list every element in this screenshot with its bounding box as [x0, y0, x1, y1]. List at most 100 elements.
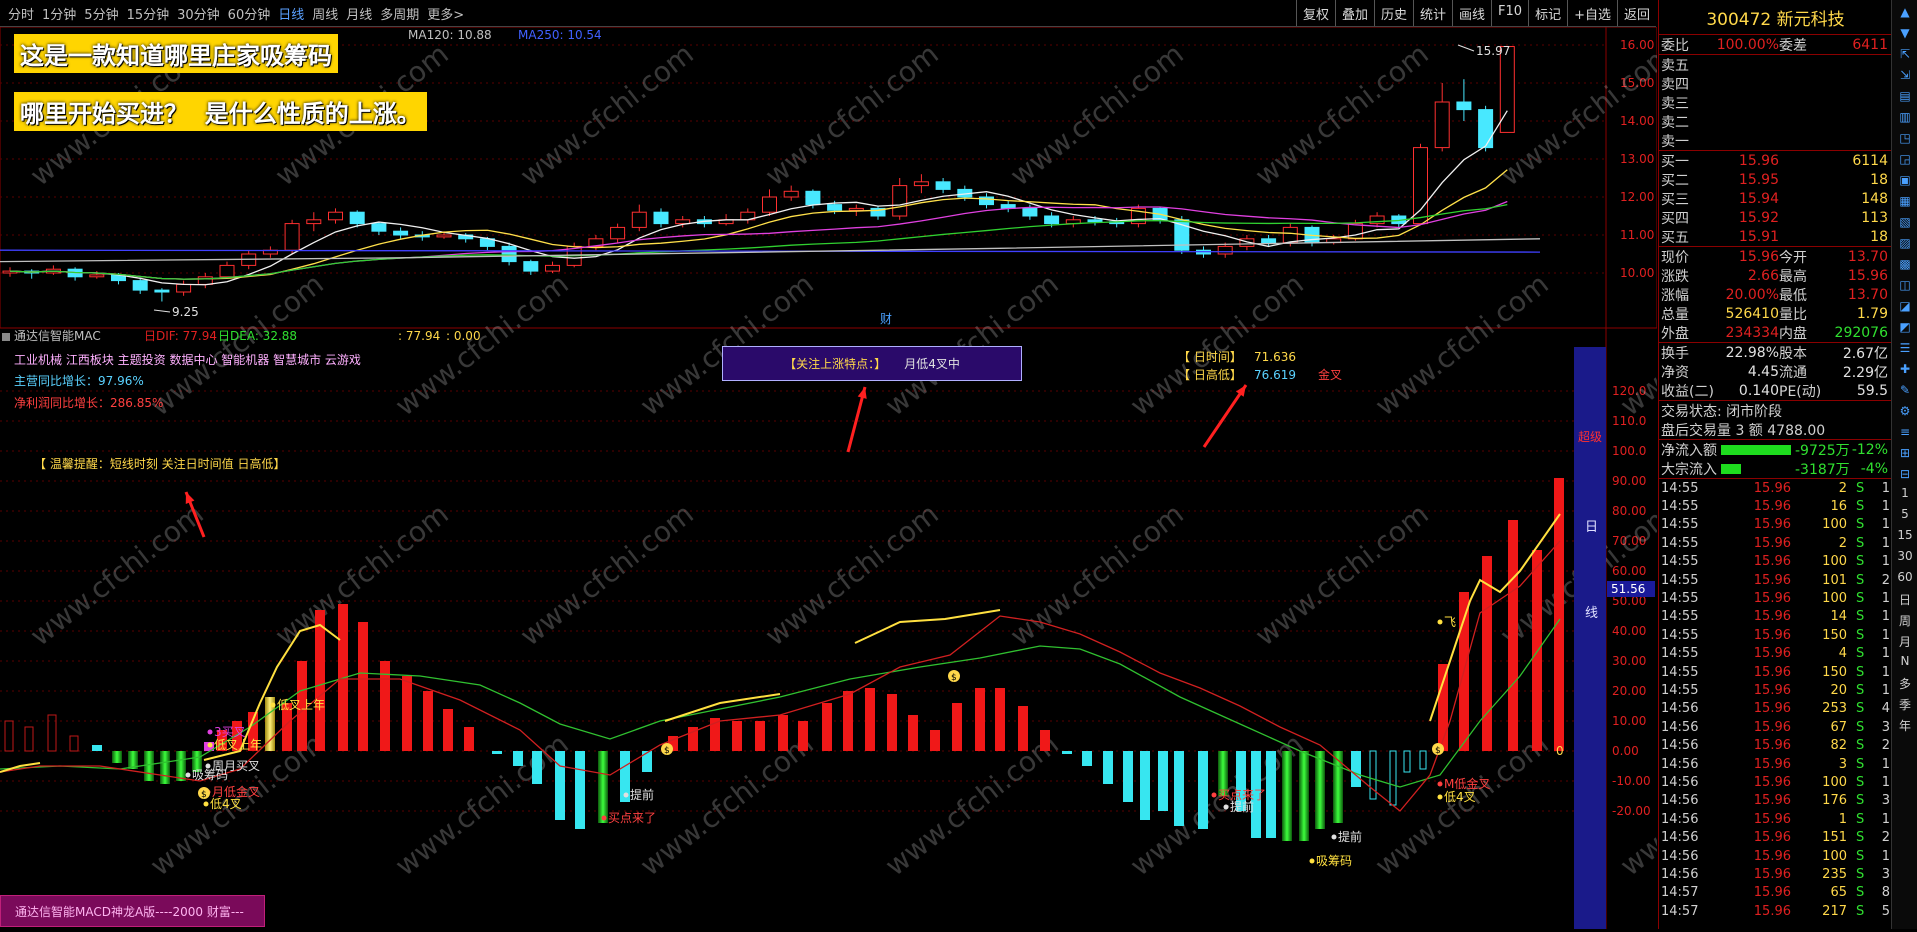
- macd-bar: [843, 691, 853, 751]
- stats-block-2: 换手 22.98% 股本 2.67亿 净资 4.45 流通 2.29亿 收益(二) 0.140 PE…: [1659, 343, 1892, 401]
- period-shortcut[interactable]: 60: [1895, 570, 1915, 588]
- toolbar-icon[interactable]: ▥: [1895, 108, 1915, 126]
- watermark-text: www.cfchi.com: [1124, 267, 1310, 422]
- period-shortcut[interactable]: 月: [1895, 633, 1915, 651]
- tick-qty: 2: [1838, 480, 1847, 496]
- toolbar-icon[interactable]: ▦: [1895, 192, 1915, 210]
- tick-price: 15.96: [1753, 701, 1791, 717]
- tick-row: 14:55 15.96 14 S 1: [1659, 608, 1892, 626]
- tick-qty: 150: [1822, 664, 1847, 680]
- toolbar-icon[interactable]: ⇲: [1895, 66, 1915, 84]
- tick-time: 14:56: [1661, 774, 1699, 790]
- toolbar-icon[interactable]: ▧: [1895, 213, 1915, 231]
- candle-body: [545, 264, 560, 272]
- indicator-tick-label: 90.00: [1612, 474, 1646, 488]
- period-tab[interactable]: 60分钟: [228, 4, 271, 23]
- toolbar-icon[interactable]: ▩: [1895, 255, 1915, 273]
- high-price-label: 15.97: [1476, 44, 1510, 58]
- toolbar-icon[interactable]: ✎: [1895, 381, 1915, 399]
- riline-char: 线: [1585, 606, 1598, 621]
- period-tab[interactable]: 月线: [346, 4, 372, 23]
- stat-label-2: 流通: [1779, 364, 1807, 381]
- period-shortcut[interactable]: 5: [1895, 507, 1915, 525]
- stats-block: 现价 15.96 今开 13.70 涨跌 2.66 最高 15.96 涨幅 20.00% 最低 13.…: [1659, 247, 1892, 343]
- toolbar-icon[interactable]: ▼: [1895, 24, 1915, 42]
- toolbar-icon[interactable]: ▨: [1895, 234, 1915, 252]
- sell-label: 卖一: [1661, 133, 1689, 150]
- period-shortcut[interactable]: 多: [1895, 675, 1915, 693]
- toolbar-button[interactable]: +自选: [1567, 0, 1617, 26]
- chart-svg: 16.0015.0014.0013.0012.0011.0010.00 120.…: [0, 26, 1917, 929]
- signal-tiqian-3: 提前: [1338, 829, 1362, 844]
- stock-title[interactable]: 300472 新元科技: [1659, 0, 1892, 35]
- period-tab[interactable]: 更多>: [427, 4, 464, 23]
- period-shortcut[interactable]: 1: [1895, 486, 1915, 504]
- candle-body: [436, 234, 452, 238]
- toolbar-icon[interactable]: ▤: [1895, 87, 1915, 105]
- toolbar-button[interactable]: 画线: [1452, 0, 1491, 26]
- toolbar-icon[interactable]: ≡: [1895, 423, 1915, 441]
- tick-price: 15.96: [1753, 811, 1791, 827]
- toolbar-icon[interactable]: ⚙: [1895, 402, 1915, 420]
- sell-label: 卖三: [1661, 95, 1689, 112]
- toolbar-icon[interactable]: ◫: [1895, 276, 1915, 294]
- macd-bar: [822, 703, 832, 751]
- macd-bar: [4, 720, 14, 752]
- toolbar-icon[interactable]: ◪: [1895, 297, 1915, 315]
- toolbar-icon[interactable]: ▲: [1895, 3, 1915, 21]
- toolbar-icon[interactable]: ◳: [1895, 129, 1915, 147]
- period-tab[interactable]: 5分钟: [84, 4, 118, 23]
- indicator-toggle-icon[interactable]: [2, 333, 10, 341]
- watermark-text: www.cfchi.com: [879, 267, 1065, 422]
- tick-side: S: [1856, 848, 1865, 864]
- high-marker: [1457, 44, 1475, 52]
- toolbar-icon[interactable]: ⊟: [1895, 465, 1915, 483]
- toolbar-button[interactable]: 返回: [1616, 0, 1656, 26]
- signal-tiqian-2: 提前: [1230, 799, 1254, 814]
- period-tab[interactable]: 1分钟: [42, 4, 76, 23]
- period-shortcut[interactable]: 30: [1895, 549, 1915, 567]
- tick-side: S: [1856, 664, 1865, 680]
- flow1-row: 净流入额 -9725万 -12%: [1659, 440, 1892, 459]
- period-tab[interactable]: 多周期: [380, 4, 419, 23]
- toolbar-icon[interactable]: ◩: [1895, 318, 1915, 336]
- tick-side: S: [1856, 646, 1865, 662]
- period-tab[interactable]: 30分钟: [177, 4, 220, 23]
- toolbar-button[interactable]: 统计: [1413, 0, 1452, 26]
- tick-time: 14:56: [1661, 701, 1699, 717]
- period-tab[interactable]: 周线: [312, 4, 338, 23]
- tick-list[interactable]: 14:55 15.96 2 S 1 14:55 15.96 16 S 1 14:55 15.96 100…: [1659, 479, 1892, 920]
- toolbar-button[interactable]: 叠加: [1334, 0, 1374, 26]
- rishijian-value: 71.636: [1254, 350, 1296, 364]
- tick-qty: 65: [1830, 885, 1847, 901]
- toolbar-icon[interactable]: ⇱: [1895, 45, 1915, 63]
- tick-count: 1: [1881, 848, 1890, 864]
- toolbar-button[interactable]: 复权: [1295, 0, 1335, 26]
- tick-qty: 101: [1822, 572, 1847, 588]
- ma20-line: [9, 200, 1508, 280]
- macd-bar: [1198, 751, 1208, 829]
- toolbar-button[interactable]: 历史: [1373, 0, 1413, 26]
- toolbar-icon[interactable]: ⊞: [1895, 444, 1915, 462]
- toolbar-icon[interactable]: ▣: [1895, 171, 1915, 189]
- toolbar-icon[interactable]: ◲: [1895, 150, 1915, 168]
- quote-panel: 300472 新元科技 委比 100.00% 委差 6411 卖五 卖四 卖三 卖二卖…: [1658, 0, 1892, 929]
- tick-count: 1: [1881, 682, 1890, 698]
- period-shortcut[interactable]: 15: [1895, 528, 1915, 546]
- period-shortcut[interactable]: 周: [1895, 612, 1915, 630]
- toolbar-button[interactable]: 标记: [1528, 0, 1567, 26]
- period-shortcut[interactable]: N: [1895, 654, 1915, 672]
- period-tab[interactable]: 15分钟: [127, 4, 170, 23]
- period-shortcut[interactable]: 日: [1895, 591, 1915, 609]
- period-shortcut[interactable]: 年: [1895, 717, 1915, 735]
- period-shortcut[interactable]: 季: [1895, 696, 1915, 714]
- period-tab[interactable]: 分时: [8, 4, 34, 23]
- tick-price: 15.96: [1753, 793, 1791, 809]
- stat-value: 0.140: [1738, 382, 1779, 399]
- toolbar-icon[interactable]: ✚: [1895, 360, 1915, 378]
- weibi-row: 委比 100.00% 委差 6411: [1659, 35, 1892, 55]
- toolbar-icon[interactable]: ☰: [1895, 339, 1915, 357]
- toolbar-button[interactable]: F10: [1491, 0, 1528, 26]
- sell-row: 卖一: [1659, 131, 1892, 150]
- period-tab[interactable]: 日线: [278, 4, 304, 23]
